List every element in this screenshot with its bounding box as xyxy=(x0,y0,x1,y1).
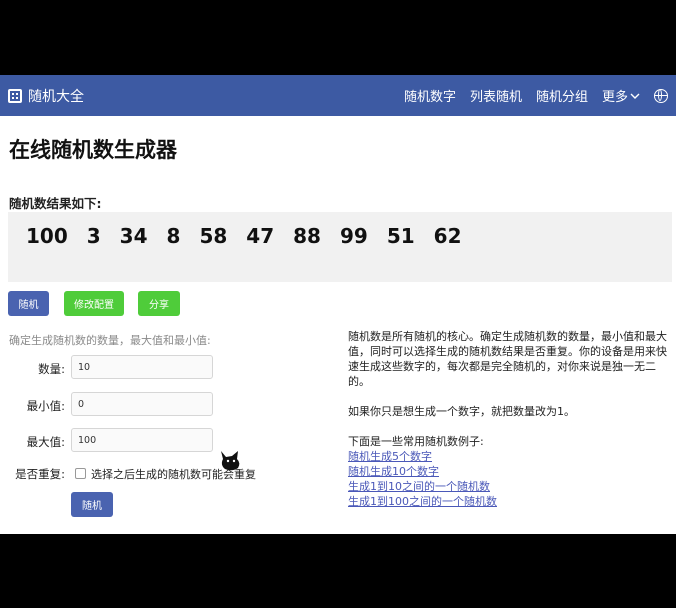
result-numbers: 100 3 34 8 58 47 88 99 51 62 xyxy=(26,224,462,248)
form-description: 确定生成随机数的数量，最大值和最小值: xyxy=(9,334,211,347)
share-button[interactable]: 分享 xyxy=(138,291,180,316)
chevron-down-icon xyxy=(630,93,640,99)
nav-links: 随机数字 列表随机 随机分组 更多 xyxy=(404,86,668,105)
result-number: 8 xyxy=(166,224,181,248)
nav-more-label: 更多 xyxy=(601,90,628,105)
result-number: 51 xyxy=(386,224,415,248)
info-panel: 随机数是所有随机的核心。确定生成随机数的数量，最小值和最大值，同时可以选择生成的… xyxy=(348,329,670,509)
nav-more-menu[interactable]: 更多 xyxy=(602,86,640,105)
result-number: 88 xyxy=(293,224,321,248)
result-number: 58 xyxy=(199,224,228,248)
result-number: 47 xyxy=(246,224,275,248)
max-input[interactable] xyxy=(71,428,213,452)
min-input[interactable] xyxy=(71,392,213,416)
repeat-label: 是否重复: xyxy=(15,467,65,481)
count-input[interactable] xyxy=(71,355,213,379)
grid-logo-icon xyxy=(8,88,22,103)
page-title: 在线随机数生成器 xyxy=(9,138,177,162)
example-link[interactable]: 随机生成5个数字 xyxy=(348,449,670,464)
min-label: 最小值: xyxy=(26,399,65,413)
brand[interactable]: 随机大全 xyxy=(8,86,84,106)
navbar: 随机大全 随机数字 列表随机 随机分组 更多 xyxy=(0,75,676,116)
brand-name: 随机大全 xyxy=(28,88,84,105)
example-link[interactable]: 生成1到10之间的一个随机数 xyxy=(348,479,670,494)
repeat-checkbox[interactable] xyxy=(75,468,86,479)
example-link[interactable]: 生成1到100之间的一个随机数 xyxy=(348,494,670,509)
examples-intro: 下面是一些常用随机数例子: xyxy=(348,435,484,448)
result-number: 62 xyxy=(433,224,462,248)
result-number: 3 xyxy=(86,224,101,248)
nav-link-random-number[interactable]: 随机数字 xyxy=(404,86,456,105)
black-cat-mascot-icon xyxy=(221,451,240,471)
max-label: 最大值: xyxy=(26,435,65,449)
globe-language-icon[interactable] xyxy=(654,88,668,103)
info-paragraph: 随机数是所有随机的核心。确定生成随机数的数量，最小值和最大值，同时可以选择生成的… xyxy=(348,330,667,388)
result-label: 随机数结果如下: xyxy=(9,196,102,211)
count-label: 数量: xyxy=(38,362,65,376)
nav-link-list-random[interactable]: 列表随机 xyxy=(470,86,522,105)
page: 随机大全 随机数字 列表随机 随机分组 更多 在线随机数生成器 随机数结果如下:… xyxy=(0,75,676,534)
result-number: 34 xyxy=(119,224,148,248)
modify-config-button[interactable]: 修改配置 xyxy=(64,291,124,316)
result-number: 99 xyxy=(339,224,368,248)
result-number: 100 xyxy=(26,224,68,248)
example-link[interactable]: 随机生成10个数字 xyxy=(348,464,670,479)
info-paragraph: 如果你只是想生成一个数字，就把数量改为1。 xyxy=(348,405,575,418)
random-button[interactable]: 随机 xyxy=(8,291,49,316)
result-box: 100 3 34 8 58 47 88 99 51 62 xyxy=(8,212,672,282)
nav-link-random-group[interactable]: 随机分组 xyxy=(536,86,588,105)
submit-random-button[interactable]: 随机 xyxy=(71,492,113,517)
